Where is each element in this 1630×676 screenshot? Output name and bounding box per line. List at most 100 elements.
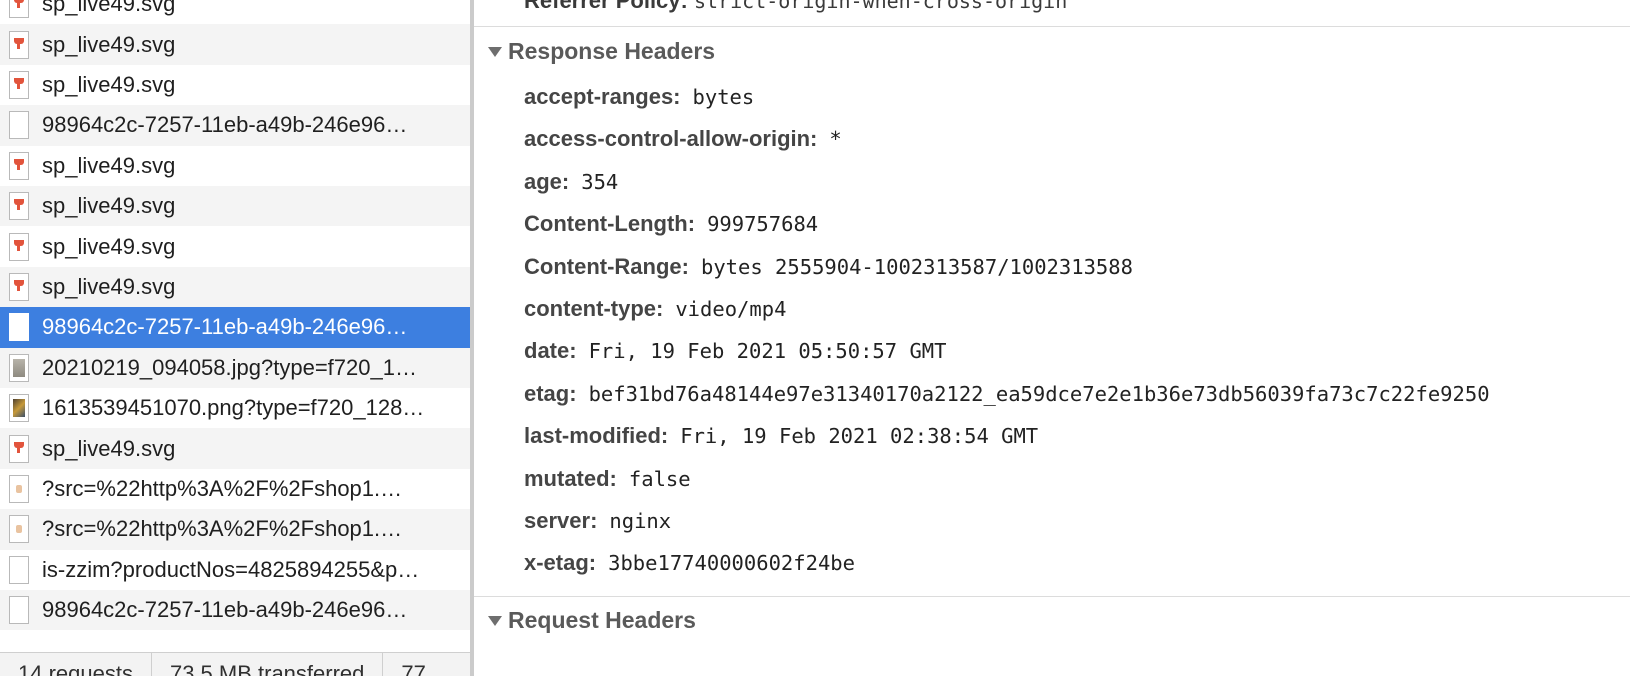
response-headers-toggle[interactable]: Response Headers <box>488 38 715 65</box>
request-name: sp_live49.svg <box>42 0 176 17</box>
request-row[interactable]: 1613539451070.png?type=f720_128… <box>0 388 470 428</box>
header-key: last-modified: <box>524 423 669 449</box>
svg-file-icon <box>9 192 29 221</box>
request-name: ?src=%22http%3A%2F%2Fshop1.… <box>42 516 403 542</box>
resources-size: 77 <box>401 661 426 676</box>
header-value: false <box>628 466 691 491</box>
response-header-row: age: 354 <box>524 169 618 195</box>
request-name: sp_live49.svg <box>42 193 176 219</box>
request-name: ?src=%22http%3A%2F%2Fshop1.… <box>42 475 403 501</box>
request-name: sp_live49.svg <box>42 31 176 57</box>
request-name: is-zzim?productNos=4825894255&p… <box>42 556 420 582</box>
request-name: 98964c2c-7257-11eb-a49b-246e96… <box>42 112 408 138</box>
image-file-icon <box>9 515 29 544</box>
headers-pane: Referrer Policy: strict-origin-when-cros… <box>474 0 1630 676</box>
summary-status-bar: 14 requests 73.5 MB transferred 77 <box>0 652 470 676</box>
response-header-row: Content-Range: bytes 2555904-1002313587/1… <box>524 254 1133 280</box>
request-row[interactable]: sp_live49.svg <box>0 24 470 65</box>
response-header-row: server: nginx <box>524 508 671 534</box>
request-row[interactable]: sp_live49.svg <box>0 65 470 105</box>
request-row[interactable]: sp_live49.svg <box>0 146 470 186</box>
request-row[interactable]: sp_live49.svg <box>0 186 470 227</box>
response-header-row: mutated: false <box>524 466 691 492</box>
request-row[interactable]: sp_live49.svg <box>0 266 470 308</box>
request-name: 98964c2c-7257-11eb-a49b-246e96… <box>42 314 408 340</box>
request-row[interactable]: ?src=%22http%3A%2F%2Fshop1.… <box>0 469 470 509</box>
request-row[interactable]: sp_live49.svg <box>0 226 470 266</box>
header-value: nginx <box>609 509 672 533</box>
request-name: sp_live49.svg <box>42 152 176 178</box>
header-key: accept-ranges: <box>524 84 681 109</box>
response-header-row: x-etag: 3bbe17740000602f24be <box>524 550 855 576</box>
document-file-icon <box>9 555 29 584</box>
document-file-icon <box>9 596 29 625</box>
response-header-row: access-control-allow-origin: * <box>524 126 842 152</box>
response-header-row: content-type: video/mp4 <box>524 296 786 322</box>
request-name: 98964c2c-7257-11eb-a49b-246e96… <box>42 597 408 623</box>
response-header-row: date: Fri, 19 Feb 2021 05:50:57 GMT <box>524 338 946 364</box>
request-row[interactable]: is-zzim?productNos=4825894255&p… <box>0 550 470 590</box>
svg-file-icon <box>9 232 29 261</box>
document-file-icon <box>9 313 29 342</box>
section-divider <box>474 596 1630 597</box>
header-value: 354 <box>581 169 619 194</box>
header-value: Fri, 19 Feb 2021 02:38:54 GMT <box>680 424 1039 449</box>
image-file-icon <box>9 474 29 503</box>
header-value: bef31bd76a48144e97e31340170a2122_ea59dce… <box>588 381 1490 406</box>
header-key: mutated: <box>524 465 617 491</box>
request-row[interactable]: sp_live49.svg <box>0 428 470 469</box>
general-header-row: Referrer Policy: strict-origin-when-cros… <box>524 0 1067 14</box>
header-key: content-type: <box>524 296 664 321</box>
request-headers-toggle[interactable]: Request Headers <box>488 607 696 634</box>
response-headers-title: Response Headers <box>508 38 716 64</box>
header-key: Content-Length: <box>524 211 696 237</box>
svg-file-icon <box>9 434 29 463</box>
svg-file-icon <box>9 0 29 19</box>
document-file-icon <box>9 111 29 140</box>
header-value: Fri, 19 Feb 2021 05:50:57 GMT <box>588 339 947 364</box>
header-key: date: <box>524 338 577 364</box>
request-list: sp_live49.svg sp_live49.svg sp_live49.svg 9… <box>0 0 470 676</box>
response-header-row: accept-ranges: bytes <box>524 84 754 110</box>
svg-file-icon <box>9 272 29 301</box>
header-value: video/mp4 <box>675 297 787 321</box>
response-header-row: Content-Length: 999757684 <box>524 211 818 237</box>
header-key: age: <box>524 168 570 194</box>
request-name: 1613539451070.png?type=f720_128… <box>42 395 425 421</box>
svg-file-icon <box>9 151 29 180</box>
request-headers-title: Request Headers <box>508 607 696 633</box>
header-key: etag: <box>524 380 577 406</box>
request-name: sp_live49.svg <box>42 273 176 299</box>
header-value: 999757684 <box>707 212 819 237</box>
request-row[interactable]: 98964c2c-7257-11eb-a49b-246e96… <box>0 590 470 631</box>
response-header-row: last-modified: Fri, 19 Feb 2021 02:38:54 … <box>524 423 1038 449</box>
general-header-key: Referrer Policy: <box>524 0 688 13</box>
header-value: 3bbe17740000602f24be <box>608 551 855 576</box>
section-divider <box>474 26 1630 27</box>
request-name: sp_live49.svg <box>42 435 176 461</box>
request-name: sp_live49.svg <box>42 233 176 259</box>
transferred-size: 73.5 MB transferred <box>169 661 365 676</box>
expand-triangle-icon <box>488 46 502 57</box>
header-value: bytes <box>692 85 755 109</box>
response-header-row: etag: bef31bd76a48144e97e31340170a2122_ea… <box>524 381 1490 407</box>
request-row[interactable]: 98964c2c-7257-11eb-a49b-246e96… <box>0 105 470 146</box>
request-row[interactable]: ?src=%22http%3A%2F%2Fshop1.… <box>0 509 470 550</box>
header-key: x-etag: <box>524 550 597 576</box>
expand-triangle-icon <box>488 615 502 626</box>
request-row[interactable]: 20210219_094058.jpg?type=f720_1… <box>0 347 470 388</box>
header-key: Content-Range: <box>524 253 689 279</box>
jpg-image-icon <box>9 353 29 382</box>
request-row[interactable]: sp_live49.svg <box>0 0 470 24</box>
header-value: * <box>829 127 842 152</box>
general-header-value: strict-origin-when-cross-origin <box>693 0 1068 13</box>
svg-file-icon <box>9 30 29 59</box>
header-key: access-control-allow-origin: <box>524 126 818 152</box>
header-value: bytes 2555904-1002313587/1002313588 <box>700 254 1133 279</box>
header-key: server: <box>524 508 598 533</box>
request-name: 20210219_094058.jpg?type=f720_1… <box>42 354 417 380</box>
png-image-icon <box>9 394 29 423</box>
request-row[interactable]: 98964c2c-7257-11eb-a49b-246e96… <box>0 307 470 348</box>
request-count: 14 requests <box>18 661 133 676</box>
svg-file-icon <box>9 70 29 99</box>
